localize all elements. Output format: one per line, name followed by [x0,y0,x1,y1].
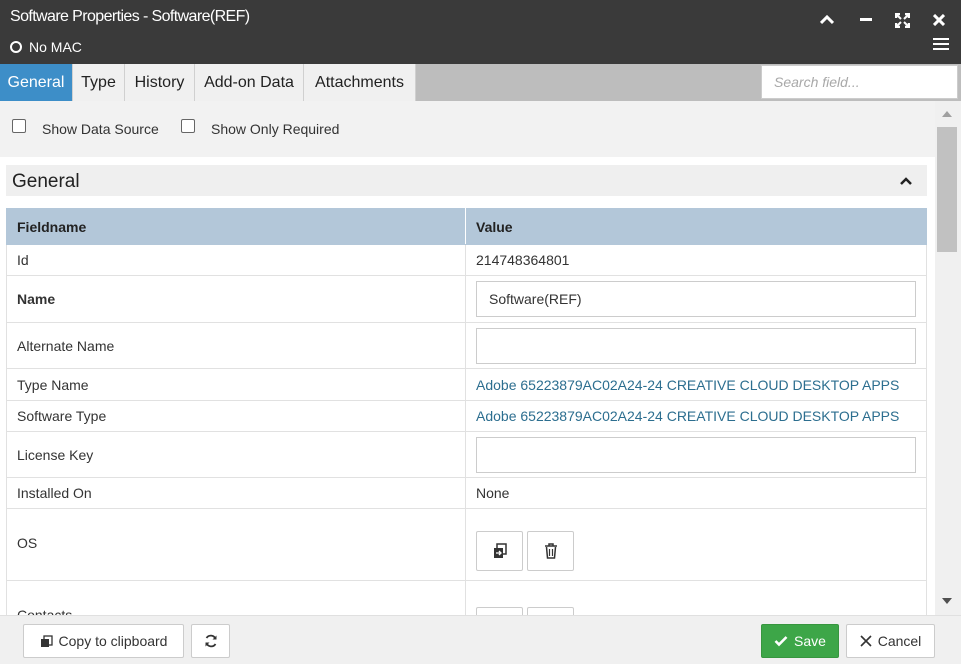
value-column-header: Value [465,208,927,245]
tab-general[interactable]: General [0,64,73,101]
section-header[interactable]: General [6,165,927,196]
refresh-button[interactable] [191,624,230,658]
field-value-cell [465,580,927,615]
scroll-down-arrow-icon[interactable] [942,598,952,604]
refresh-icon [205,634,216,648]
copy-icon [493,542,507,558]
field-label: Contacts [6,580,466,615]
field-value-cell: Adobe 65223879AC02A24-24 CREATIVE CLOUD … [465,400,927,432]
field-value-cell [465,322,927,369]
minimize-icon [860,18,872,21]
tab-history[interactable]: History [125,64,195,101]
field-label: Alternate Name [6,322,466,369]
window-title: Software Properties - Software(REF) [10,8,250,25]
table-row: OS [6,508,927,581]
properties-table: Fieldname Value Id 214748364801 Name Alt… [6,208,927,615]
field-value-cell [465,431,927,478]
cancel-label: Cancel [877,633,922,649]
table-row: Name [6,275,927,323]
table-row: Installed On None [6,477,927,509]
trash-icon [544,542,557,559]
vertical-scrollbar[interactable] [935,101,961,615]
mac-status: No MAC [10,39,82,55]
close-icon [860,635,872,647]
software-type-link[interactable]: Adobe 65223879AC02A24-24 CREATIVE CLOUD … [476,408,899,424]
scroll-thumb[interactable] [937,127,957,252]
table-header-row: Fieldname Value [6,208,927,245]
alternate-name-input[interactable] [476,327,916,364]
license-key-input[interactable] [476,436,916,473]
field-value: None [465,477,927,509]
field-value-cell [465,508,927,581]
tab-attachments[interactable]: Attachments [304,64,416,101]
hamburger-menu-icon[interactable] [933,38,949,52]
maximize-button[interactable] [891,9,913,31]
chevron-up-icon[interactable] [899,174,913,188]
save-label: Save [794,633,826,649]
show-data-source-checkbox[interactable] [12,119,26,133]
title-bar: Software Properties - Software(REF) No M… [0,0,961,64]
content-area: Show Data Source Show Only Required Gene… [0,101,935,615]
tab-add-on-data[interactable]: Add-on Data [195,64,304,101]
clear-contacts-button[interactable] [527,607,574,615]
clear-os-button[interactable] [527,530,574,571]
close-window-button[interactable] [928,9,950,31]
field-label: License Key [6,431,466,478]
collapse-window-button[interactable] [816,9,838,31]
save-button[interactable]: Save [761,624,839,658]
field-value: 214748364801 [465,244,927,276]
copy-to-clipboard-label: Copy to clipboard [58,633,168,649]
table-row: Id 214748364801 [6,244,927,276]
clipboard-icon [40,634,53,648]
section-title: General [12,171,80,192]
close-icon [933,14,945,26]
options-bar: Show Data Source Show Only Required [0,101,935,157]
maximize-icon [894,12,910,28]
field-label: Name [6,275,466,323]
show-data-source-label: Show Data Source [42,121,159,137]
mac-status-text: No MAC [29,39,82,55]
name-input[interactable] [476,281,916,317]
copy-to-clipboard-button[interactable]: Copy to clipboard [23,624,184,658]
type-name-link[interactable]: Adobe 65223879AC02A24-24 CREATIVE CLOUD … [476,377,899,393]
table-row: Contacts [6,580,927,615]
general-panel: General Fieldname Value Id 214748364801 … [0,157,935,615]
status-circle-icon [10,41,22,53]
search-field-input[interactable] [761,65,958,99]
table-row: Type Name Adobe 65223879AC02A24-24 CREAT… [6,368,927,401]
checkmark-icon [774,635,788,647]
table-row: License Key [6,431,927,478]
field-label: Id [6,244,466,276]
show-only-required-label: Show Only Required [211,121,340,137]
minimize-button[interactable] [855,9,877,31]
field-label: OS [6,508,466,581]
chevron-up-icon [820,15,834,25]
field-label: Software Type [6,400,466,432]
table-row: Alternate Name [6,322,927,369]
fieldname-column-header: Fieldname [6,208,466,245]
footer-bar: Copy to clipboard Save Cancel [0,615,961,664]
table-row: Software Type Adobe 65223879AC02A24-24 C… [6,400,927,432]
field-label: Installed On [6,477,466,509]
field-value-cell: Adobe 65223879AC02A24-24 CREATIVE CLOUD … [465,368,927,401]
scroll-up-arrow-icon[interactable] [942,111,952,117]
select-os-button[interactable] [476,530,523,571]
show-only-required-checkbox[interactable] [181,119,195,133]
tab-type[interactable]: Type [73,64,125,101]
field-label: Type Name [6,368,466,401]
select-contacts-button[interactable] [476,607,523,615]
field-value-cell [465,275,927,323]
cancel-button[interactable]: Cancel [846,624,935,658]
